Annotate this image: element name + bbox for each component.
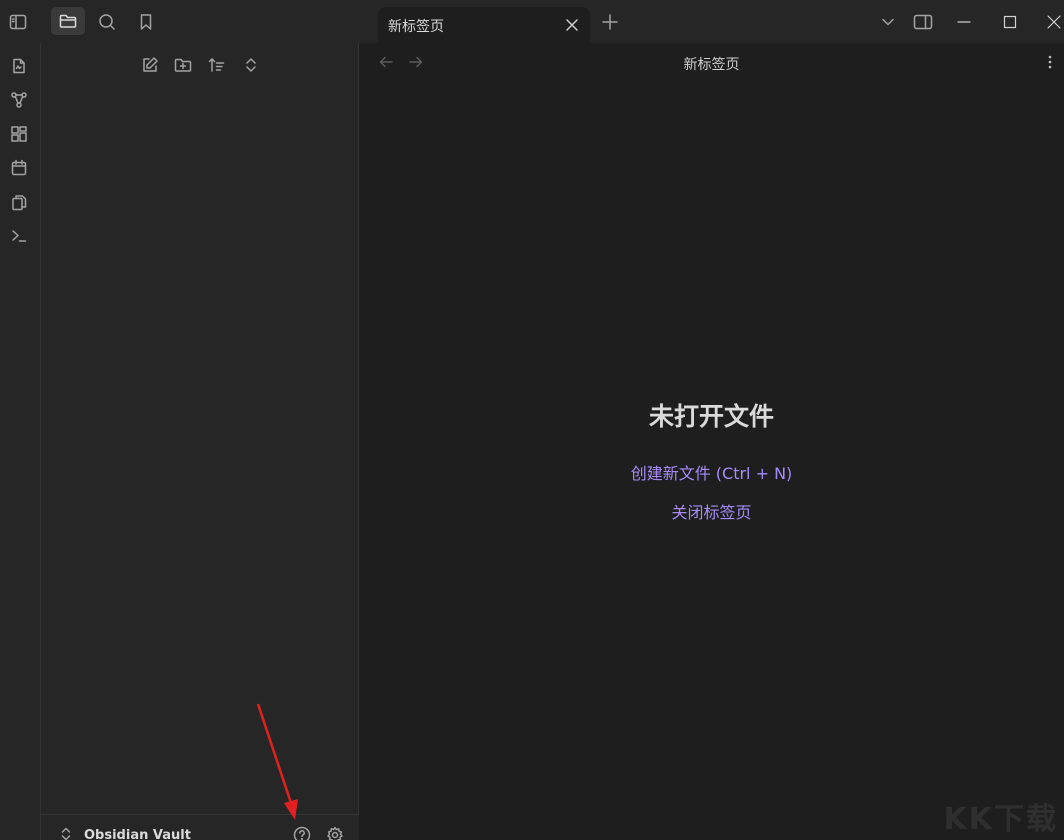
more-options-icon[interactable]	[1042, 52, 1058, 72]
quick-switcher-icon[interactable]	[5, 52, 33, 80]
annotation-arrow	[256, 703, 298, 820]
graph-view-icon[interactable]	[5, 86, 33, 114]
maximize-icon[interactable]	[996, 8, 1024, 36]
vault-bar: Obsidian Vault	[41, 814, 359, 840]
minimize-icon[interactable]	[950, 8, 978, 36]
vault-name[interactable]: Obsidian Vault	[84, 828, 191, 840]
new-tab-icon[interactable]	[598, 10, 622, 34]
chevron-down-icon[interactable]	[876, 10, 900, 34]
main-view: 新标签页 未打开文件 创建新文件 (Ctrl + N) 关闭标签页	[359, 43, 1064, 840]
create-new-file-link[interactable]: 创建新文件 (Ctrl + N)	[359, 460, 1064, 484]
tab-close-icon[interactable]	[562, 15, 582, 35]
right-sidebar-toggle-icon[interactable]	[909, 8, 937, 36]
folder-icon[interactable]	[51, 7, 85, 35]
ribbon	[0, 43, 41, 840]
title-bar: 新标签页	[0, 0, 1064, 43]
new-folder-icon[interactable]	[170, 51, 196, 79]
search-icon[interactable]	[93, 8, 121, 36]
tab-new-tab[interactable]: 新标签页	[378, 7, 590, 43]
sidebar-toggle-icon[interactable]	[4, 8, 32, 36]
watermark: KK下载	[943, 802, 1058, 837]
settings-icon[interactable]	[324, 826, 346, 840]
close-window-icon[interactable]	[1044, 8, 1064, 36]
tab-title: 新标签页	[388, 19, 444, 35]
sort-icon[interactable]	[204, 51, 230, 79]
bookmark-icon[interactable]	[132, 8, 160, 36]
empty-state-title: 未打开文件	[648, 402, 774, 431]
canvas-icon[interactable]	[5, 120, 33, 148]
command-palette-icon[interactable]	[5, 222, 33, 250]
vault-switcher-icon[interactable]	[59, 827, 73, 840]
daily-note-icon[interactable]	[5, 154, 33, 182]
templates-icon[interactable]	[5, 188, 33, 216]
view-header-title: 新标签页	[683, 57, 740, 73]
close-tab-link[interactable]: 关闭标签页	[359, 499, 1064, 523]
file-explorer	[41, 43, 359, 840]
collapse-expand-icon[interactable]	[238, 51, 264, 79]
new-note-icon[interactable]	[137, 51, 163, 79]
